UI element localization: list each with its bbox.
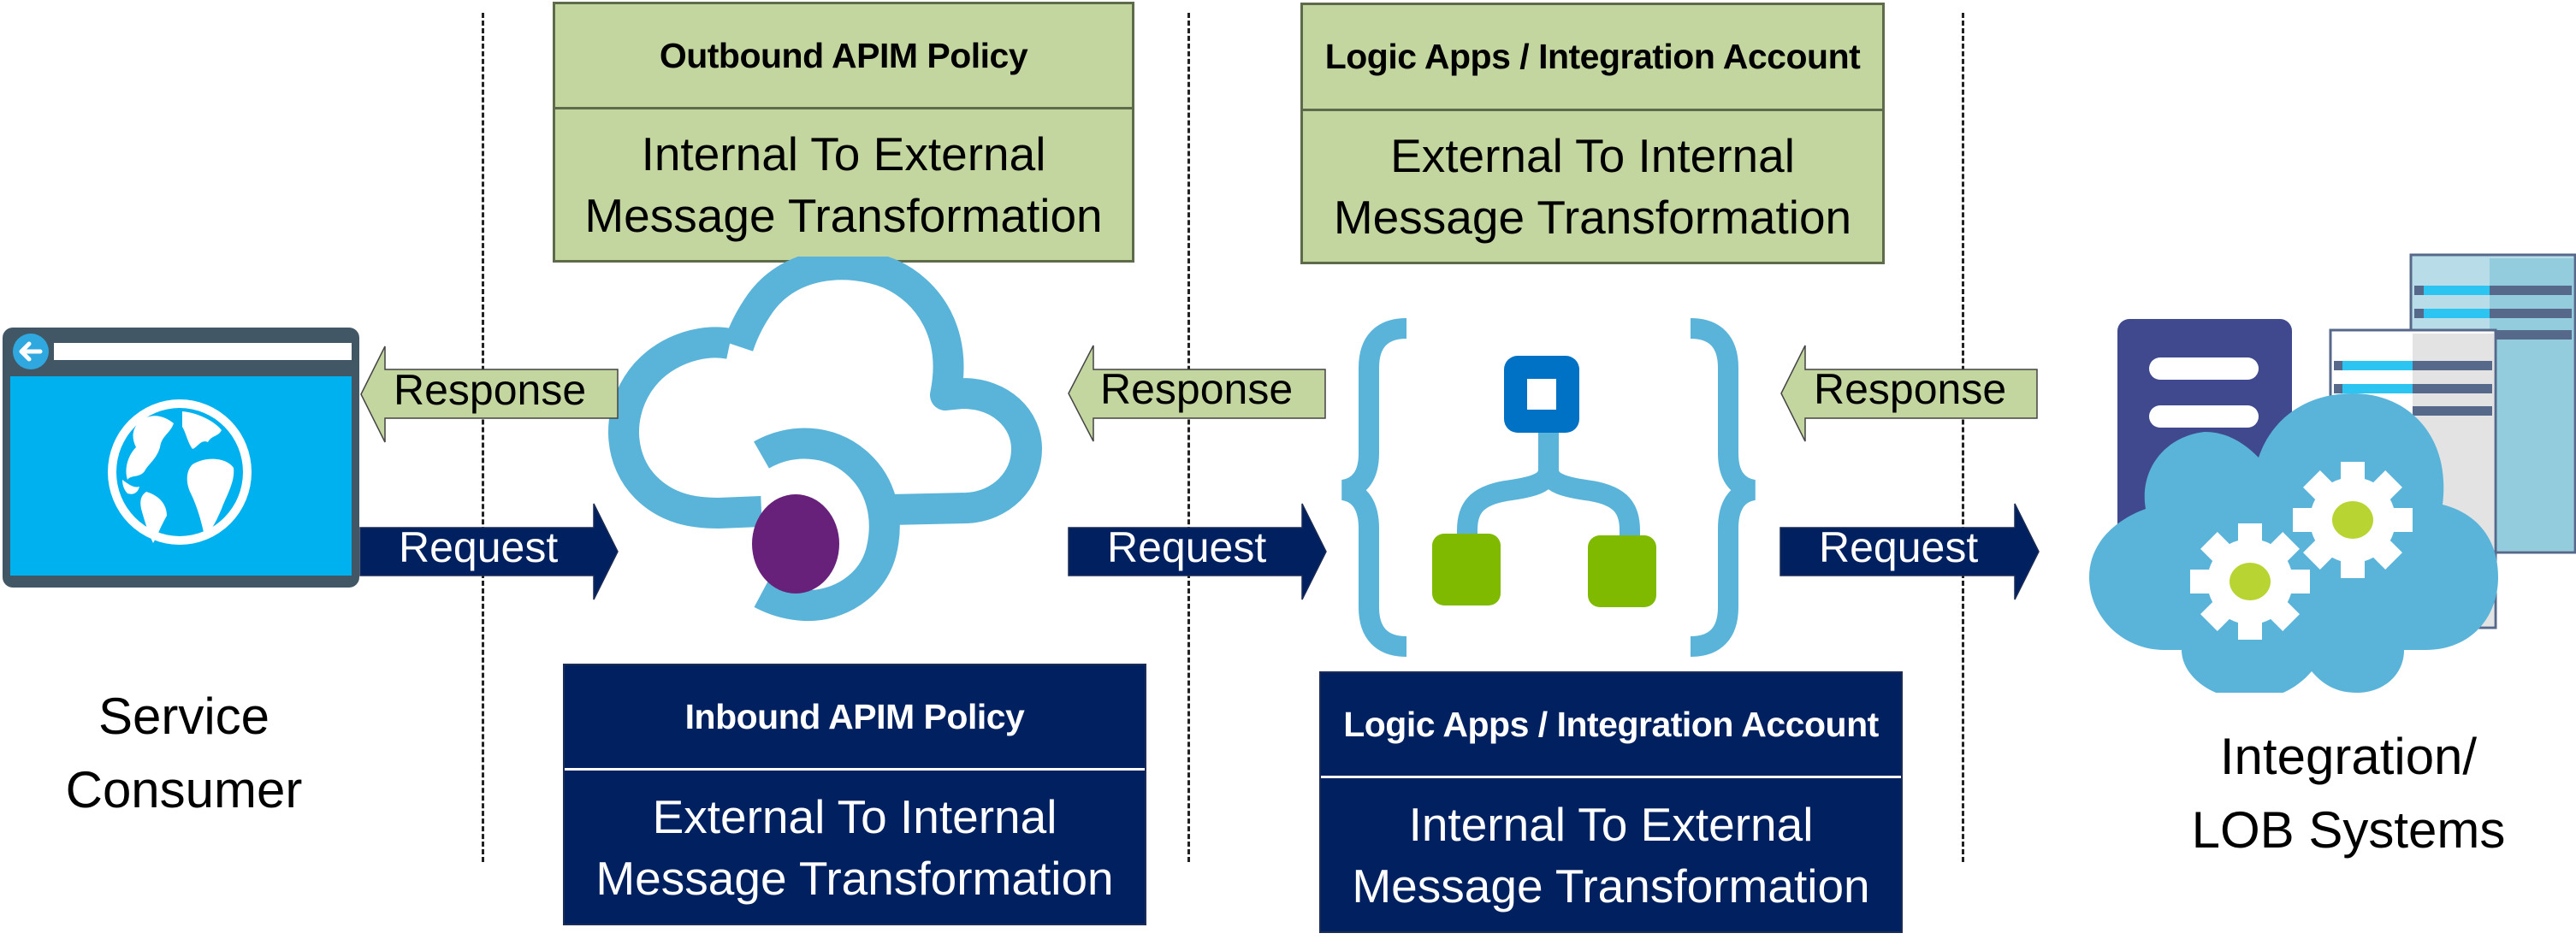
inbound-apim-policy-header: Inbound APIM Policy — [565, 665, 1145, 771]
cloud-gears-servers-icon — [2087, 248, 2576, 700]
outbound-apim-policy-body: Internal To External Message Transformat… — [555, 109, 1132, 260]
lob-systems-label: Integration/ LOB Systems — [2156, 720, 2541, 867]
outbound-apim-policy-line2: Message Transformation — [584, 189, 1103, 242]
logic-apps-top-line2: Message Transformation — [1333, 191, 1852, 244]
request-label: Request — [399, 523, 559, 571]
lob-systems-line1: Integration/ — [2219, 728, 2478, 785]
logic-apps-top-line1: External To Internal — [1390, 129, 1795, 182]
lob-systems-line2: LOB Systems — [2191, 801, 2506, 859]
api-management-cloud-icon — [599, 249, 1112, 667]
inbound-apim-policy-body: External To Internal Message Transformat… — [565, 771, 1145, 924]
logic-apps-bottom-box: Logic Apps / Integration Account Interna… — [1319, 671, 1903, 933]
left-brace — [1341, 318, 1407, 657]
service-consumer-label: Service Consumer — [17, 680, 351, 827]
request-arrow-consumer-apim: Request — [359, 503, 619, 600]
response-arrow-logicapps-lob: Response — [1780, 345, 2040, 442]
logic-apps-bottom-header: Logic Apps / Integration Account — [1321, 673, 1901, 778]
workflow-action-node-right — [1588, 535, 1656, 607]
logic-apps-bottom-line1: Internal To External — [1408, 797, 1814, 851]
logic-apps-bottom-line2: Message Transformation — [1352, 859, 1870, 913]
inbound-apim-policy-line2: Message Transformation — [595, 851, 1114, 905]
logic-apps-top-box: Logic Apps / Integration Account Externa… — [1300, 3, 1885, 264]
globe-icon — [108, 399, 252, 545]
response-arrow-consumer-apim: Response — [360, 346, 619, 443]
response-label: Response — [1100, 365, 1294, 413]
request-arrow-logicapps-lob: Request — [1780, 503, 2040, 600]
outbound-apim-policy-box: Outbound APIM Policy Internal To Externa… — [553, 2, 1134, 263]
outbound-apim-policy-line1: Internal To External — [641, 127, 1046, 180]
outbound-apim-policy-header: Outbound APIM Policy — [555, 4, 1132, 109]
logic-apps-top-body: External To Internal Message Transformat… — [1303, 111, 1882, 262]
service-consumer-line2: Consumer — [65, 761, 303, 818]
browser-globe-icon — [3, 328, 359, 588]
logic-apps-workflow-icon — [1335, 308, 1797, 667]
back-arrow-icon — [13, 334, 49, 369]
response-label: Response — [1814, 365, 2007, 413]
logic-apps-top-header: Logic Apps / Integration Account — [1303, 5, 1882, 111]
logic-apps-bottom-body: Internal To External Message Transformat… — [1321, 778, 1901, 931]
inbound-apim-policy-box: Inbound APIM Policy External To Internal… — [563, 664, 1146, 925]
service-consumer-line1: Service — [98, 688, 270, 745]
apim-dot — [752, 494, 839, 594]
response-label: Response — [394, 366, 587, 414]
workflow-action-node-left — [1432, 534, 1501, 605]
request-label: Request — [1107, 523, 1267, 571]
right-brace — [1690, 318, 1756, 657]
request-arrow-apim-logicapps: Request — [1068, 503, 1328, 600]
inbound-apim-policy-line1: External To Internal — [652, 789, 1057, 843]
response-arrow-apim-logicapps: Response — [1068, 345, 1327, 442]
request-label: Request — [1819, 523, 1979, 571]
